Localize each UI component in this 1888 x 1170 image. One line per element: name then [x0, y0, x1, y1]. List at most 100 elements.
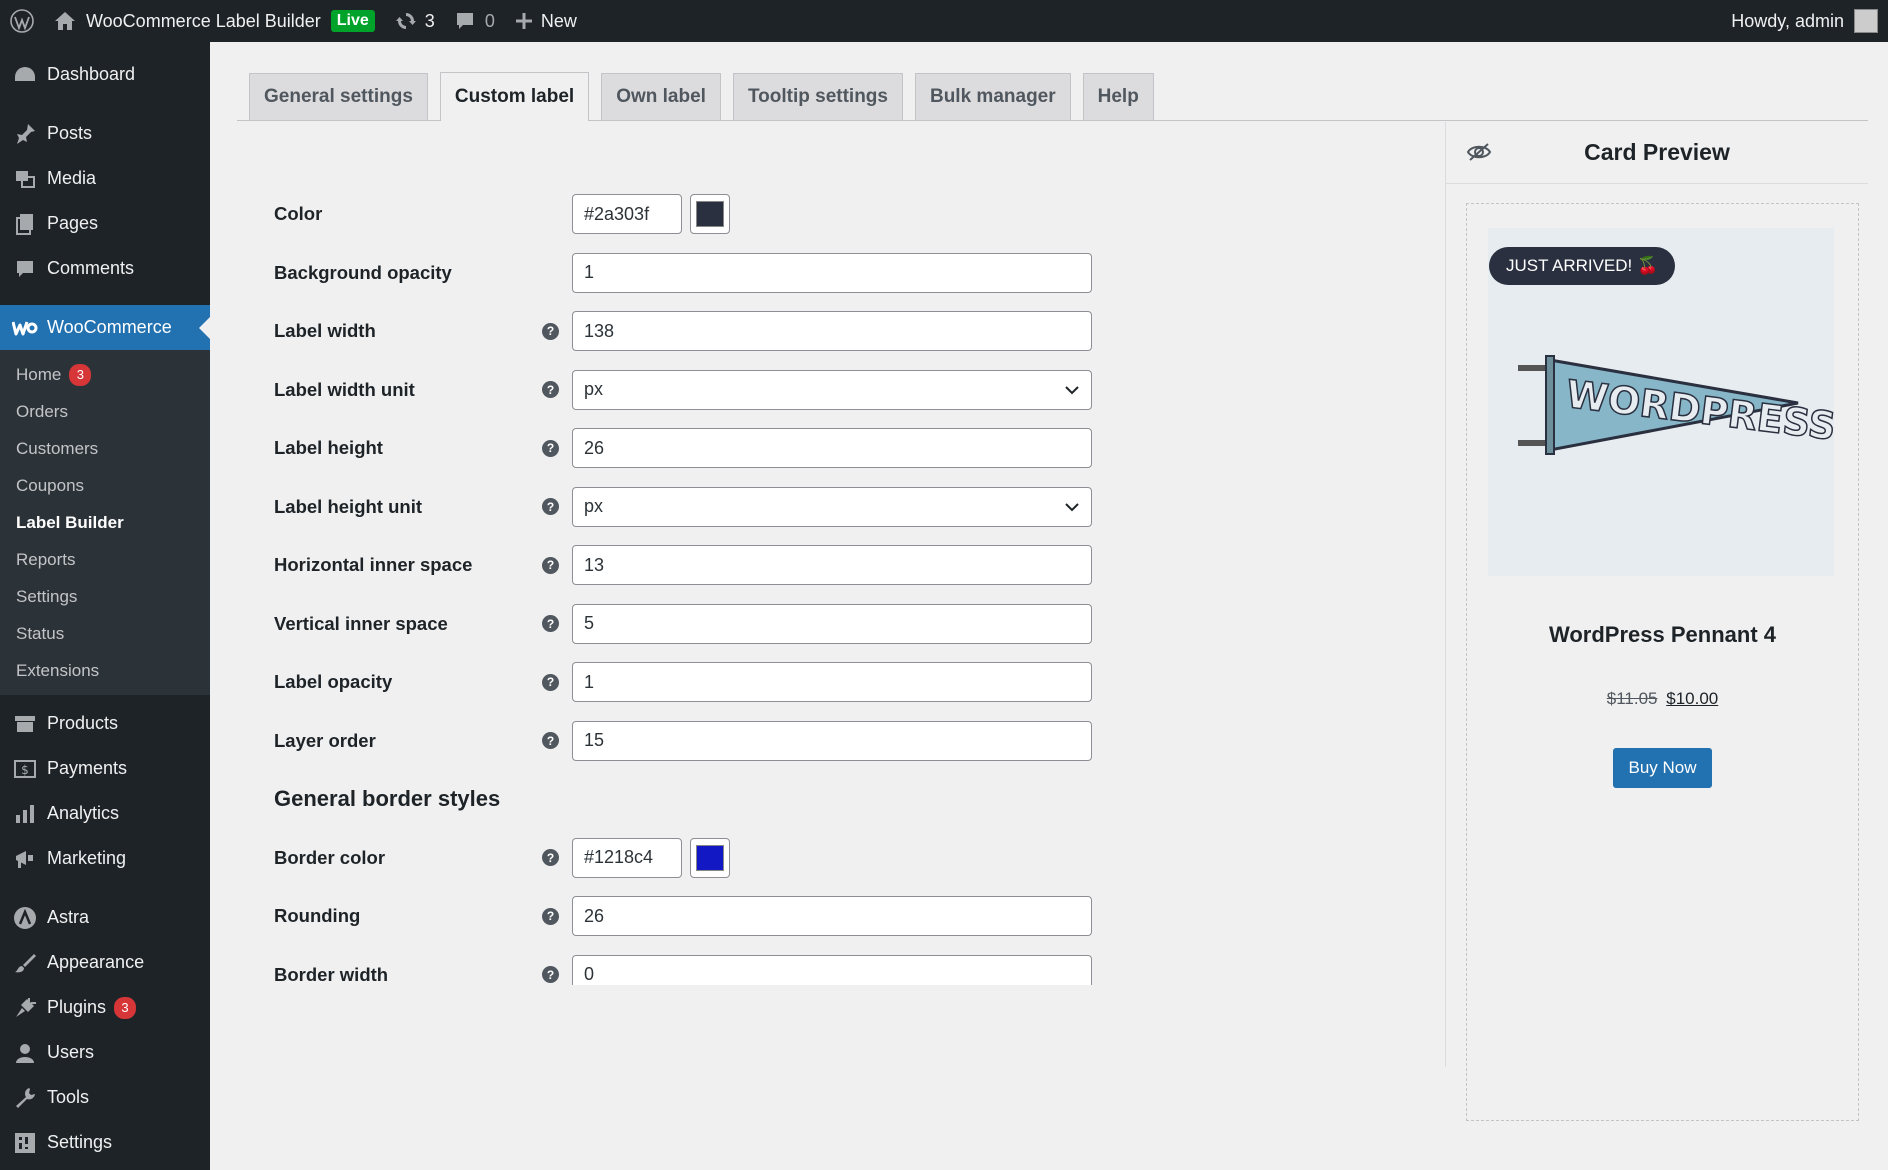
help-icon[interactable]: ? [542, 556, 559, 574]
menu-comments[interactable]: Comments [0, 246, 210, 291]
tab-general-settings[interactable]: General settings [249, 73, 428, 120]
menu-settings-label: Settings [47, 1132, 113, 1152]
products-icon [12, 711, 38, 737]
updates-count: 3 [424, 10, 435, 31]
label-height-label: Label height [274, 437, 383, 459]
product-price: $11.05 $10.00 [1467, 689, 1858, 709]
color-swatch-button[interactable] [690, 194, 730, 235]
my-account[interactable]: Howdy, admin [1731, 0, 1878, 42]
submenu-home[interactable]: Home 3 [0, 356, 210, 393]
menu-products[interactable]: Products [0, 701, 210, 746]
tab-bulk-manager[interactable]: Bulk manager [914, 73, 1071, 120]
tab-tooltip-settings[interactable]: Tooltip settings [732, 73, 903, 120]
border-width-input[interactable]: 0 [572, 954, 1092, 985]
label-opacity-input[interactable]: 1 [572, 662, 1092, 703]
new-content-link[interactable]: New [505, 0, 587, 42]
menu-woocommerce[interactable]: WooCommerce [0, 305, 210, 350]
help-icon[interactable]: ? [542, 498, 559, 516]
updates-icon [395, 10, 417, 32]
help-icon[interactable]: ? [542, 732, 559, 750]
border-color-swatch-button[interactable] [690, 837, 730, 878]
user-icon [12, 1040, 38, 1066]
menu-posts[interactable]: Posts [0, 111, 210, 156]
vertical-inner-space-label: Vertical inner space [274, 612, 448, 634]
help-icon[interactable]: ? [542, 615, 559, 633]
menu-dashboard-label: Dashboard [47, 64, 136, 84]
background-opacity-input[interactable]: 1 [572, 252, 1092, 293]
paintbrush-icon [12, 950, 38, 976]
menu-products-label: Products [47, 713, 119, 733]
chevron-down-icon [1064, 502, 1080, 512]
help-icon[interactable]: ? [542, 322, 559, 340]
row-border-width: Border width ? 0 [274, 946, 1094, 985]
help-icon[interactable]: ? [542, 849, 559, 867]
menu-plugins[interactable]: Plugins 3 [0, 985, 210, 1030]
analytics-icon [12, 801, 38, 827]
help-icon[interactable]: ? [542, 439, 559, 457]
product-name: WordPress Pennant 4 [1549, 622, 1776, 647]
pages-icon [12, 211, 38, 237]
label-width-unit-select[interactable]: px [572, 369, 1092, 410]
label-height-unit-value: px [584, 496, 604, 517]
comments-link[interactable]: 0 [445, 0, 505, 42]
submenu-reports[interactable]: Reports [0, 541, 210, 578]
vertical-inner-space-input[interactable]: 5 [572, 603, 1092, 644]
tab-custom-label[interactable]: Custom label [439, 72, 590, 121]
home-icon [54, 11, 76, 31]
border-color-input[interactable]: #1218c4 [572, 837, 682, 878]
submenu-customers[interactable]: Customers [0, 430, 210, 467]
label-height-input[interactable]: 26 [572, 428, 1092, 469]
menu-tools[interactable]: Tools [0, 1075, 210, 1120]
row-label-height: Label height ? 26 [274, 419, 1094, 478]
submenu-label-builder[interactable]: Label Builder [0, 504, 210, 541]
howdy-text: Howdy, admin [1731, 10, 1844, 31]
color-input[interactable]: #2a303f [572, 194, 682, 235]
rounding-input[interactable]: 26 [572, 896, 1092, 937]
menu-media[interactable]: Media [0, 156, 210, 201]
menu-payments[interactable]: $ Payments [0, 746, 210, 791]
menu-dashboard[interactable]: Dashboard [0, 52, 210, 97]
menu-appearance[interactable]: Appearance [0, 940, 210, 985]
old-price: $11.05 [1606, 689, 1658, 708]
menu-users[interactable]: Users [0, 1030, 210, 1075]
custom-label-form: Color #2a303f Background opacity 1 Label… [274, 185, 1094, 985]
menu-analytics-label: Analytics [47, 803, 120, 823]
menu-pages-label: Pages [47, 213, 99, 233]
submenu-settings[interactable]: Settings [0, 578, 210, 615]
help-icon[interactable]: ? [542, 966, 559, 984]
wordpress-logo-icon[interactable] [0, 0, 44, 42]
site-name: WooCommerce Label Builder [86, 10, 321, 31]
megaphone-icon [12, 846, 38, 872]
help-icon[interactable]: ? [542, 381, 559, 399]
card-preview-title: Card Preview [1584, 139, 1730, 165]
horizontal-inner-space-input[interactable]: 13 [572, 545, 1092, 586]
row-label-height-unit: Label height unit ? px [274, 478, 1094, 537]
site-name-link[interactable]: WooCommerce Label Builder Live [44, 0, 385, 42]
background-opacity-label: Background opacity [274, 261, 452, 283]
submenu-status[interactable]: Status [0, 615, 210, 652]
comments-count: 0 [484, 10, 495, 31]
submenu-extensions[interactable]: Extensions [0, 652, 210, 689]
menu-astra[interactable]: Astra [0, 895, 210, 940]
menu-pages[interactable]: Pages [0, 201, 210, 246]
updates-link[interactable]: 3 [385, 0, 445, 42]
help-icon[interactable]: ? [542, 673, 559, 691]
submenu-orders[interactable]: Orders [0, 393, 210, 430]
tab-own-label[interactable]: Own label [601, 73, 721, 120]
layer-order-input[interactable]: 15 [572, 720, 1092, 761]
menu-settings[interactable]: Settings [0, 1120, 210, 1165]
buy-now-button[interactable]: Buy Now [1613, 748, 1712, 788]
row-label-opacity: Label opacity ? 1 [274, 653, 1094, 712]
label-width-input[interactable]: 138 [572, 311, 1092, 352]
menu-analytics[interactable]: Analytics [0, 791, 210, 836]
label-height-unit-select[interactable]: px [572, 486, 1092, 527]
menu-marketing-label: Marketing [47, 848, 127, 868]
menu-comments-label: Comments [47, 258, 135, 278]
horizontal-inner-space-label: Horizontal inner space [274, 554, 473, 576]
help-icon[interactable]: ? [542, 907, 559, 925]
tab-help[interactable]: Help [1082, 73, 1154, 120]
menu-marketing[interactable]: Marketing [0, 836, 210, 881]
panel-divider [1445, 122, 1446, 1067]
menu-posts-label: Posts [47, 123, 93, 143]
submenu-coupons[interactable]: Coupons [0, 467, 210, 504]
